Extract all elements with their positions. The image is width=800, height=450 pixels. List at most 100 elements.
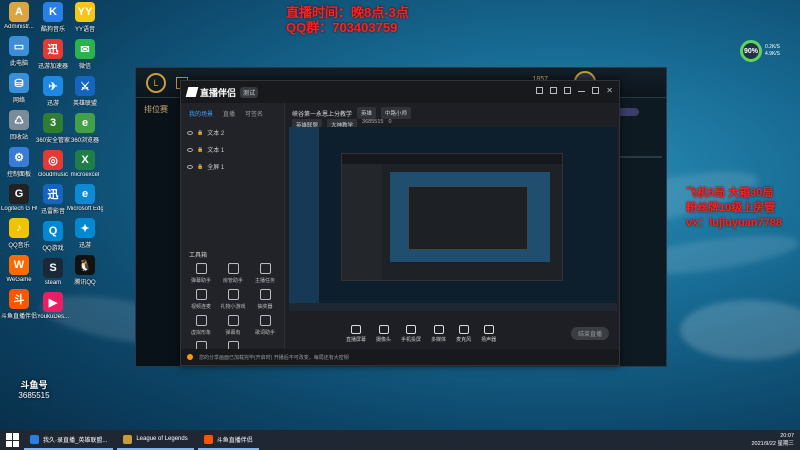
desktop-icon[interactable]: ⛁ 网络: [2, 73, 36, 104]
desktop-icon[interactable]: ✈ 迅游: [36, 76, 70, 107]
preview-nested-window: [341, 153, 563, 281]
tool-label: 歌词助手: [254, 330, 275, 336]
desktop-icon[interactable]: Ssteam: [36, 258, 70, 286]
desktop-icon[interactable]: e Microsoft Edge: [67, 184, 103, 212]
desktop-icon[interactable]: ◎ cloudmusic: [36, 150, 70, 178]
desktop-icon[interactable]: ⚙ 控制面板: [2, 147, 36, 178]
desktop-icon[interactable]: K 酷狗音乐: [36, 2, 70, 33]
close-icon[interactable]: ✕: [606, 87, 613, 95]
desktop-icon[interactable]: ✦ 迅游: [68, 218, 102, 249]
download-speed: 4.9K/S: [765, 51, 781, 57]
desktop-icon-label: Administr...: [4, 24, 34, 30]
desktop-icon[interactable]: ✉ 微信: [68, 39, 102, 70]
desktop-icon[interactable]: G Logitech G HUB: [1, 184, 37, 212]
desktop-icon[interactable]: 迅迅雷影音: [36, 184, 70, 215]
desktop-icon[interactable]: W WeGame: [2, 255, 36, 283]
eye-icon[interactable]: [187, 147, 193, 152]
desktop-icon[interactable]: e 360浏览器: [68, 113, 102, 144]
lock-icon[interactable]: 🔒: [197, 164, 203, 170]
tab-live[interactable]: 直播: [223, 109, 235, 118]
app-icon: G: [9, 184, 29, 204]
app-icon: 斗: [9, 289, 29, 309]
app-icon: e: [75, 184, 95, 204]
tool-item[interactable]: 虚拟形象: [185, 315, 217, 336]
output-control-label: 扬声器: [481, 337, 497, 343]
tool-label: 房管助手: [222, 278, 243, 284]
scene-item[interactable]: 🔒 全屏 1: [181, 158, 284, 175]
taskbar-app[interactable]: 我久·录直播_英雄联盟...: [24, 430, 114, 450]
tool-label: 抽奖器: [257, 304, 273, 310]
desktop-icon[interactable]: Xmicroexcel: [68, 150, 102, 178]
settings-icon[interactable]: [564, 87, 572, 94]
desktop-icon[interactable]: ⚔ 英雄联盟: [68, 76, 102, 107]
tool-item[interactable]: 弹幕助手: [185, 263, 217, 284]
output-control[interactable]: 扬声器: [481, 325, 496, 343]
app-icon: Q: [43, 221, 63, 241]
output-control[interactable]: 多媒体: [431, 325, 446, 343]
scene-item[interactable]: 🔒 文本 2: [181, 124, 284, 141]
category-pill[interactable]: 英雄: [357, 107, 377, 119]
desktop-icons-column-1: A Administr... ▭ 此电脑 ⛁ 网络 ♺ 回收站 ⚙ 控制面板 G Logitech G…: [1, 2, 37, 320]
tool-icon: [259, 315, 271, 326]
desktop-icon[interactable]: 斗斗鱼直播伴侣: [1, 289, 37, 320]
stream-title[interactable]: 峡谷第一永恩上分教学: [292, 109, 352, 118]
tool-item[interactable]: 歌词助手: [249, 315, 281, 336]
lock-icon[interactable]: 🔒: [197, 130, 203, 136]
desktop-icons-column-2: K 酷狗音乐迅迅游加速器 ✈ 迅游 3 360安全管家 ◎ cloudmusic 迅迅雷影音 Q Q…: [36, 2, 70, 320]
scene-label: 全屏 1: [207, 165, 225, 171]
lock-icon[interactable]: 🔒: [197, 147, 203, 153]
eye-icon[interactable]: [187, 164, 193, 169]
go-live-button[interactable]: 结束直播: [571, 327, 609, 340]
stream-preview[interactable]: [289, 127, 617, 311]
output-control[interactable]: 摄像头: [376, 325, 391, 343]
desktop-icon[interactable]: Q QQ游戏: [36, 221, 70, 252]
app-icon: ⚙: [9, 147, 29, 167]
tab-scenes[interactable]: 我的场景: [189, 109, 213, 118]
desktop-icon[interactable]: YY YY语音: [68, 2, 102, 33]
overlay-qq-group: QQ群：703403759: [286, 20, 398, 35]
tool-item[interactable]: 房管助手: [217, 263, 249, 284]
tab-sign[interactable]: 可签名: [245, 109, 263, 118]
desktop-icon[interactable]: 3 360安全管家: [36, 113, 70, 144]
minimize-icon[interactable]: [578, 91, 586, 92]
tool-item[interactable]: 礼物小游戏: [217, 289, 249, 310]
scene-item[interactable]: 🔒 文本 1: [181, 141, 284, 158]
tool-label: 弹幕有: [225, 330, 241, 336]
system-clock[interactable]: 20:07 2021/9/22 星期三: [752, 432, 795, 448]
network-speed-widget[interactable]: 90% 0.2K/S 4.9K/S: [740, 40, 780, 62]
desktop-icon[interactable]: ▭ 此电脑: [2, 36, 36, 67]
streaming-app-window[interactable]: 直播伴侣 测试 ✕ 我的场景 直播 可签名 🔒 文本 2 🔒 文本 1 🔒 全屏 1 …: [180, 80, 620, 366]
desktop-icon[interactable]: 迅迅游加速器: [36, 39, 70, 70]
taskbar-app[interactable]: 斗鱼直播伴侣: [197, 430, 259, 450]
app-icon: 迅: [43, 184, 63, 204]
desktop-icon[interactable]: ▶ YoukuDes...: [36, 292, 70, 320]
tool-item[interactable]: 视频连麦: [185, 289, 217, 310]
desktop-icon[interactable]: 🐧 腾讯QQ: [68, 255, 102, 286]
taskbar-app[interactable]: League of Legends: [117, 430, 194, 450]
output-control-label: 多媒体: [431, 337, 447, 343]
tool-icon: [227, 315, 239, 326]
tool-icon: [227, 289, 239, 300]
tool-item[interactable]: 弹幕有: [217, 315, 249, 336]
output-control[interactable]: 手机投屏: [401, 325, 421, 343]
tool-icon: [227, 263, 239, 274]
output-control[interactable]: 麦克风: [456, 325, 471, 343]
desktop-icon[interactable]: A Administr...: [2, 2, 36, 30]
windows-start-icon[interactable]: [6, 433, 20, 447]
desktop-icon-label: 英雄联盟: [72, 101, 97, 107]
eye-icon[interactable]: [187, 130, 193, 135]
tool-item[interactable]: 主播任务: [249, 263, 281, 284]
skin-icon[interactable]: [536, 87, 544, 94]
desktop-icon[interactable]: ♪ QQ音乐: [2, 218, 36, 249]
maximize-icon[interactable]: [592, 87, 600, 94]
desktop-icon-label: microexcel: [70, 172, 100, 178]
subcategory-pill[interactable]: 中路小师: [381, 107, 412, 119]
desktop-icon-label: 迅游加速器: [37, 64, 68, 70]
desktop-icon-label: QQ音乐: [8, 243, 30, 249]
desktop-icon-label: 迅雷影音: [40, 209, 65, 215]
tool-item[interactable]: 抽奖器: [249, 289, 281, 310]
desktop-icon-label: YoukuDes...: [36, 314, 70, 320]
message-icon[interactable]: [550, 87, 558, 94]
output-control[interactable]: 直播屏幕: [346, 325, 366, 343]
desktop-icon[interactable]: ♺ 回收站: [2, 110, 36, 141]
